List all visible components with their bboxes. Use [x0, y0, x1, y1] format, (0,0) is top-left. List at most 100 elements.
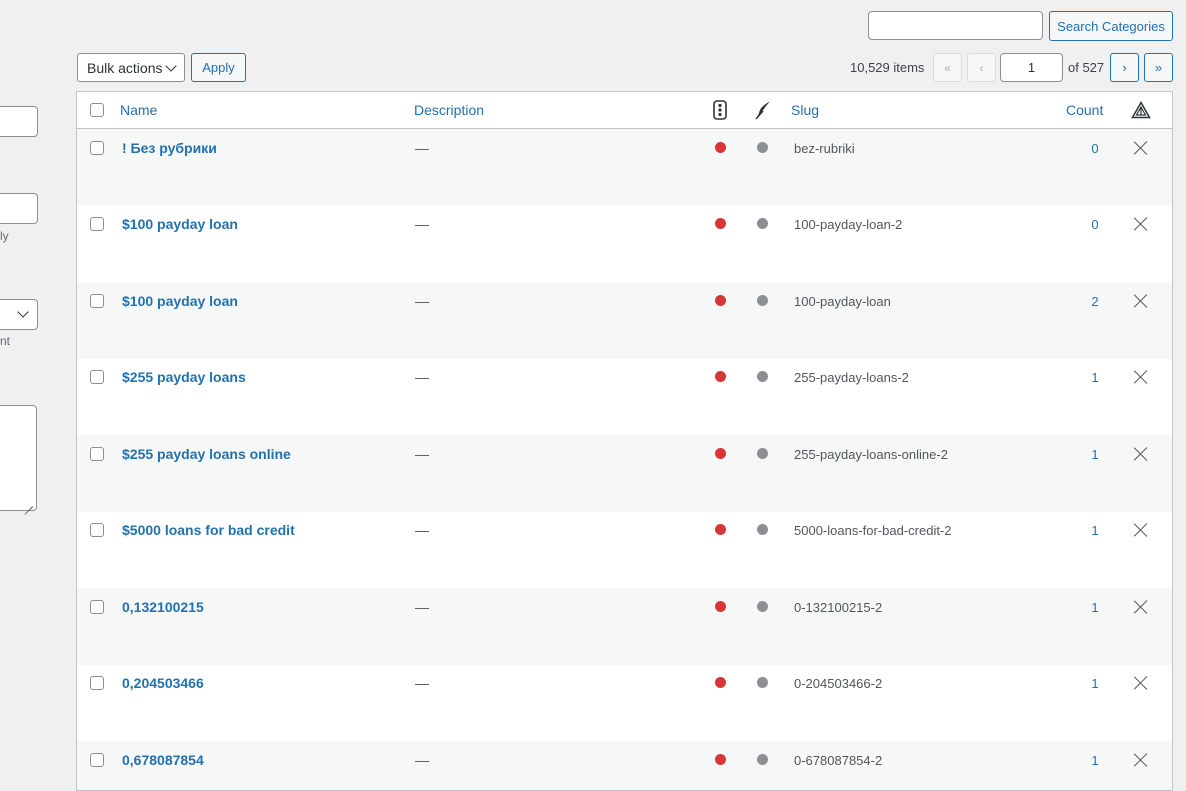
gray-dot-icon [757, 601, 768, 612]
close-icon[interactable] [1134, 753, 1148, 767]
gray-dot-icon [757, 295, 768, 306]
red-dot-icon [715, 142, 726, 153]
items-count: 10,529 items [850, 60, 925, 75]
category-count-link[interactable]: 1 [1090, 370, 1100, 385]
category-name-link[interactable]: $100 payday loan [122, 293, 238, 309]
category-description: — [415, 293, 429, 309]
row-checkbox[interactable] [90, 753, 104, 767]
last-page-button[interactable]: » [1144, 53, 1173, 82]
row-checkbox[interactable] [90, 217, 104, 231]
table-row: 0,678087854 — 0-678087854-2 1 [77, 741, 1172, 790]
category-slug: 0-132100215-2 [794, 600, 883, 615]
feather-icon [755, 101, 770, 120]
gray-dot-icon [757, 448, 768, 459]
category-name-link[interactable]: $255 payday loans online [122, 446, 291, 462]
apply-button[interactable]: Apply [191, 53, 246, 82]
gray-dot-icon [757, 371, 768, 382]
category-name-link[interactable]: $255 payday loans [122, 369, 246, 385]
search-input[interactable] [868, 11, 1043, 40]
category-count-link[interactable]: 1 [1090, 600, 1100, 615]
description-textarea[interactable] [0, 405, 37, 511]
category-slug: 100-payday-loan [794, 294, 891, 309]
row-checkbox[interactable] [90, 676, 104, 690]
category-count-link[interactable]: 2 [1090, 294, 1100, 309]
warning-triangle-icon [1131, 101, 1151, 119]
gray-dot-icon [757, 524, 768, 535]
previous-page-button: ‹ [967, 53, 996, 82]
red-dot-icon [715, 601, 726, 612]
row-checkbox[interactable] [90, 294, 104, 308]
row-checkbox[interactable] [90, 370, 104, 384]
category-count-link[interactable]: 0 [1090, 141, 1100, 156]
close-icon[interactable] [1134, 141, 1148, 155]
category-description: — [415, 522, 429, 538]
category-count-link[interactable]: 1 [1090, 523, 1100, 538]
row-checkbox[interactable] [90, 447, 104, 461]
table-header: Name Description Slug Count [77, 92, 1172, 129]
search-categories-button[interactable]: Search Categories [1049, 11, 1173, 41]
gray-dot-icon [757, 754, 768, 765]
category-name-link[interactable]: $5000 loans for bad credit [122, 522, 295, 538]
category-name-link[interactable]: ! Без рубрики [122, 140, 217, 156]
category-name-link[interactable]: $100 payday loan [122, 216, 238, 232]
category-slug: 100-payday-loan-2 [794, 217, 903, 232]
row-checkbox[interactable] [90, 523, 104, 537]
total-pages: of 527 [1068, 60, 1105, 75]
category-slug: 0-678087854-2 [794, 753, 883, 768]
table-row: $255 payday loans online — 255-payday-lo… [77, 435, 1172, 512]
red-dot-icon [715, 295, 726, 306]
category-description: — [415, 446, 429, 462]
row-checkbox[interactable] [90, 141, 104, 155]
gray-dot-icon [757, 218, 768, 229]
category-count-link[interactable]: 1 [1090, 676, 1100, 691]
column-slug[interactable]: Slug [791, 102, 819, 118]
close-icon[interactable] [1134, 370, 1148, 384]
red-dot-icon [715, 754, 726, 765]
table-row: $100 payday loan — 100-payday-loan 2 [77, 282, 1172, 359]
category-description: — [415, 140, 429, 156]
red-dot-icon [715, 524, 726, 535]
select-all-checkbox[interactable] [90, 103, 104, 117]
category-count-link[interactable]: 1 [1090, 753, 1100, 768]
red-dot-icon [715, 371, 726, 382]
close-icon[interactable] [1134, 523, 1148, 537]
gray-dot-icon [757, 142, 768, 153]
categories-table: Name Description Slug Count ! Без рубрик… [76, 91, 1173, 791]
category-description: — [415, 675, 429, 691]
close-icon[interactable] [1134, 294, 1148, 308]
table-row: 0,204503466 — 0-204503466-2 1 [77, 664, 1172, 741]
red-dot-icon [715, 448, 726, 459]
table-row: $255 payday loans — 255-payday-loans-2 1 [77, 358, 1172, 435]
red-dot-icon [715, 218, 726, 229]
category-slug: bez-rubriki [794, 141, 855, 156]
bulk-actions-label: Bulk actions [87, 59, 163, 76]
red-dot-icon [715, 677, 726, 688]
category-name-link[interactable]: 0,678087854 [122, 752, 204, 768]
close-icon[interactable] [1134, 676, 1148, 690]
column-name[interactable]: Name [120, 102, 157, 118]
slug-field[interactable] [0, 193, 38, 224]
column-count[interactable]: Count [1066, 102, 1103, 118]
category-count-link[interactable]: 0 [1090, 217, 1100, 232]
column-description[interactable]: Description [414, 102, 484, 118]
row-checkbox[interactable] [90, 600, 104, 614]
close-icon[interactable] [1134, 447, 1148, 461]
category-count-link[interactable]: 1 [1090, 447, 1100, 462]
chevron-down-icon [165, 60, 177, 72]
close-icon[interactable] [1134, 217, 1148, 231]
close-icon[interactable] [1134, 600, 1148, 614]
category-slug: 255-payday-loans-2 [794, 370, 909, 385]
category-name-link[interactable]: 0,204503466 [122, 675, 204, 691]
next-page-button[interactable]: › [1110, 53, 1139, 82]
bulk-actions-select[interactable]: Bulk actions [77, 53, 185, 82]
resize-handle-icon[interactable] [25, 499, 33, 507]
category-description: — [415, 752, 429, 768]
name-field[interactable] [0, 106, 38, 137]
category-name-link[interactable]: 0,132100215 [122, 599, 204, 615]
table-row: 0,132100215 — 0-132100215-2 1 [77, 588, 1172, 665]
chevron-down-icon [17, 306, 29, 318]
slug-help-text: ly [0, 229, 9, 243]
current-page-input[interactable]: 1 [1000, 53, 1063, 82]
parent-category-select[interactable] [0, 299, 38, 330]
table-row: $5000 loans for bad credit — 5000-loans-… [77, 511, 1172, 588]
